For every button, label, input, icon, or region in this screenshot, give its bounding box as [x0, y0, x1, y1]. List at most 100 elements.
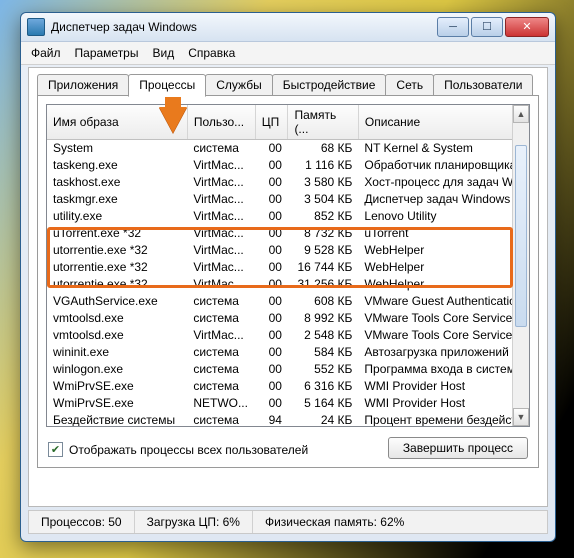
cell-mem: 5 164 КБ [288, 395, 358, 412]
cell-desc: Автозагрузка приложений [358, 344, 528, 361]
table-row[interactable]: utility.exeVirtMac...00852 КБLenovo Util… [47, 208, 529, 225]
table-row[interactable]: VGAuthService.exeсистема00608 КБVMware G… [47, 293, 529, 310]
process-list: Имя образа Пользо... ЦП Память (... Опис… [46, 104, 530, 427]
table-row[interactable]: taskmgr.exeVirtMac...003 504 КБДиспетчер… [47, 191, 529, 208]
col-mem[interactable]: Память (... [288, 105, 358, 140]
table-row[interactable]: uTorrent.exe *32VirtMac...008 732 КБuTor… [47, 225, 529, 242]
cell-cpu: 00 [255, 259, 288, 276]
show-all-users-label: Отображать процессы всех пользователей [69, 443, 308, 457]
table-row[interactable]: vmtoolsd.exeVirtMac...002 548 КБVMware T… [47, 327, 529, 344]
cell-cpu: 94 [255, 412, 288, 428]
cell-user: система [187, 344, 255, 361]
col-desc[interactable]: Описание [358, 105, 528, 140]
cell-desc: uTorrent [358, 225, 528, 242]
scroll-thumb[interactable] [515, 145, 527, 327]
minimize-button[interactable]: ─ [437, 17, 469, 37]
tab-applications[interactable]: Приложения [37, 74, 129, 97]
cell-mem: 852 КБ [288, 208, 358, 225]
cell-mem: 1 116 КБ [288, 157, 358, 174]
app-icon [27, 18, 45, 36]
menu-options[interactable]: Параметры [75, 46, 139, 60]
cell-desc: WMI Provider Host [358, 395, 528, 412]
tab-network[interactable]: Сеть [385, 74, 434, 97]
table-row[interactable]: utorrentie.exe *32VirtMac...0016 744 КБW… [47, 259, 529, 276]
cell-desc: Lenovo Utility [358, 208, 528, 225]
cell-desc: Процент времени бездейст [358, 412, 528, 428]
table-row[interactable]: taskhost.exeVirtMac...003 580 КБХост-про… [47, 174, 529, 191]
cell-desc: NT Kernel & System [358, 140, 528, 157]
cell-name: taskmgr.exe [47, 191, 187, 208]
table-row[interactable]: WmiPrvSE.exeсистема006 316 КБWMI Provide… [47, 378, 529, 395]
menu-view[interactable]: Вид [152, 46, 174, 60]
status-memory: Физическая память: 62% [253, 511, 547, 533]
cell-mem: 552 КБ [288, 361, 358, 378]
tab-performance[interactable]: Быстродействие [272, 74, 387, 97]
table-row[interactable]: Systemсистема0068 КБNT Kernel & System [47, 140, 529, 157]
table-row[interactable]: wininit.exeсистема00584 КБАвтозагрузка п… [47, 344, 529, 361]
cell-desc: WMI Provider Host [358, 378, 528, 395]
cell-desc: VMware Tools Core Service [358, 310, 528, 327]
table-row[interactable]: Бездействие системысистема9424 КБПроцент… [47, 412, 529, 428]
close-button[interactable]: ✕ [505, 17, 549, 37]
cell-name: utorrentie.exe *32 [47, 259, 187, 276]
tab-processes[interactable]: Процессы [128, 74, 206, 97]
cell-mem: 608 КБ [288, 293, 358, 310]
tab-panel: Имя образа Пользо... ЦП Память (... Опис… [37, 95, 539, 468]
vertical-scrollbar[interactable]: ▲ ▼ [512, 105, 529, 426]
cell-user: VirtMac... [187, 174, 255, 191]
status-cpu: Загрузка ЦП: 6% [135, 511, 253, 533]
cell-user: VirtMac... [187, 242, 255, 259]
cell-mem: 16 744 КБ [288, 259, 358, 276]
cell-cpu: 00 [255, 191, 288, 208]
cell-desc: Диспетчер задач Windows [358, 191, 528, 208]
cell-cpu: 00 [255, 208, 288, 225]
cell-cpu: 00 [255, 174, 288, 191]
col-user[interactable]: Пользо... [187, 105, 255, 140]
cell-desc: WebHelper [358, 259, 528, 276]
table-row[interactable]: utorrentie.exe *32VirtMac...0031 256 КБW… [47, 276, 529, 293]
table-row[interactable]: taskeng.exeVirtMac...001 116 КБОбработчи… [47, 157, 529, 174]
scroll-down-icon[interactable]: ▼ [513, 408, 529, 426]
menu-help[interactable]: Справка [188, 46, 235, 60]
col-name[interactable]: Имя образа [47, 105, 187, 140]
cell-desc: VMware Guest Authentication [358, 293, 528, 310]
table-row[interactable]: winlogon.exeсистема00552 КБПрограмма вхо… [47, 361, 529, 378]
cell-name: utorrentie.exe *32 [47, 242, 187, 259]
tab-users[interactable]: Пользователи [433, 74, 533, 97]
cell-user: VirtMac... [187, 225, 255, 242]
col-cpu[interactable]: ЦП [255, 105, 288, 140]
cell-mem: 9 528 КБ [288, 242, 358, 259]
cell-cpu: 00 [255, 344, 288, 361]
table-row[interactable]: WmiPrvSE.exeNETWO...005 164 КБWMI Provid… [47, 395, 529, 412]
cell-mem: 24 КБ [288, 412, 358, 428]
cell-name: System [47, 140, 187, 157]
tab-services[interactable]: Службы [205, 74, 272, 97]
show-all-users-row[interactable]: ✔ Отображать процессы всех пользователей [48, 442, 308, 457]
maximize-button[interactable]: ☐ [471, 17, 503, 37]
cell-desc: Обработчик планировщика [358, 157, 528, 174]
scroll-up-icon[interactable]: ▲ [513, 105, 529, 123]
cell-desc: WebHelper [358, 276, 528, 293]
cell-desc: VMware Tools Core Service [358, 327, 528, 344]
cell-user: VirtMac... [187, 208, 255, 225]
checkbox-icon[interactable]: ✔ [48, 442, 63, 457]
cell-cpu: 00 [255, 395, 288, 412]
end-process-button[interactable]: Завершить процесс [388, 437, 528, 459]
cell-user: система [187, 140, 255, 157]
cell-name: WmiPrvSE.exe [47, 395, 187, 412]
cell-cpu: 00 [255, 225, 288, 242]
cell-user: система [187, 293, 255, 310]
cell-user: система [187, 412, 255, 428]
cell-cpu: 00 [255, 242, 288, 259]
cell-user: VirtMac... [187, 259, 255, 276]
cell-cpu: 00 [255, 378, 288, 395]
cell-user: система [187, 310, 255, 327]
menubar: Файл Параметры Вид Справка [21, 42, 555, 65]
titlebar[interactable]: Диспетчер задач Windows ─ ☐ ✕ [21, 13, 555, 42]
cell-name: wininit.exe [47, 344, 187, 361]
cell-cpu: 00 [255, 157, 288, 174]
menu-file[interactable]: Файл [31, 46, 61, 60]
window-title: Диспетчер задач Windows [51, 20, 437, 34]
table-row[interactable]: vmtoolsd.exeсистема008 992 КБVMware Tool… [47, 310, 529, 327]
table-row[interactable]: utorrentie.exe *32VirtMac...009 528 КБWe… [47, 242, 529, 259]
